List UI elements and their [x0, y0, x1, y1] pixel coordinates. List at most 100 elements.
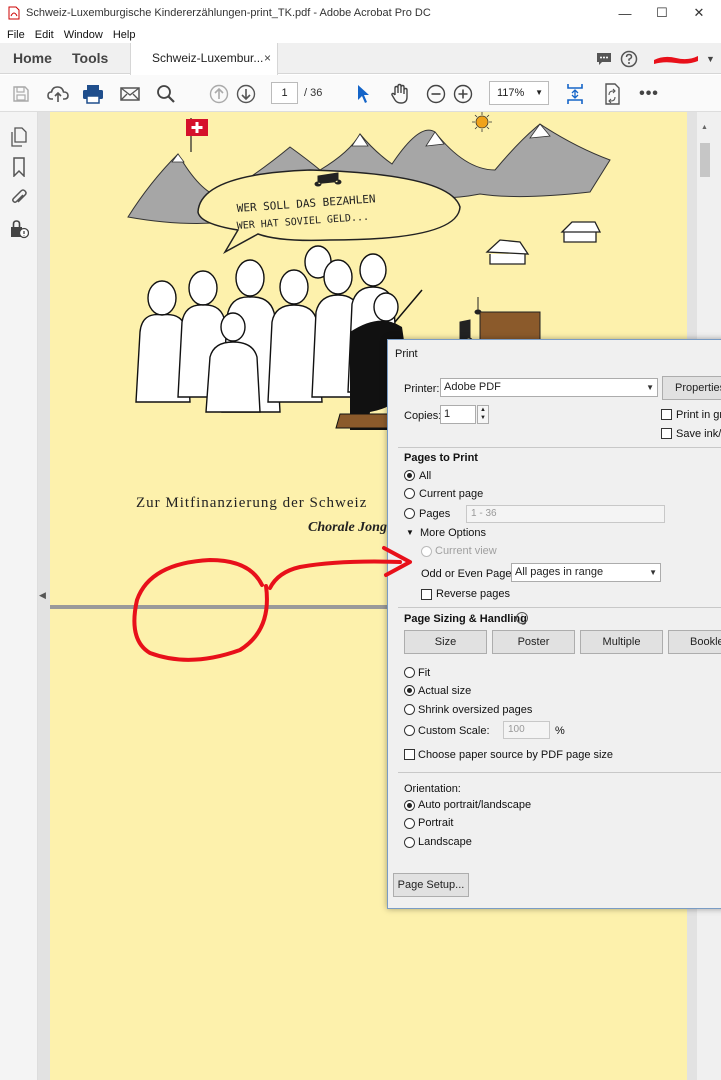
- grayscale-label: Print in gra: [676, 409, 721, 421]
- radio-shrink[interactable]: [404, 704, 415, 715]
- radio-shrink-label: Shrink oversized pages: [418, 704, 533, 716]
- orientation-label: Orientation:: [404, 783, 461, 795]
- close-tab-icon[interactable]: ×: [264, 43, 271, 74]
- grayscale-checkbox[interactable]: [661, 409, 672, 420]
- pages-range-input[interactable]: 1 - 36: [466, 505, 665, 523]
- printer-value: Adobe PDF: [444, 381, 501, 393]
- copies-stepper[interactable]: ▲ ▼: [477, 405, 489, 424]
- menu-help[interactable]: Help: [113, 29, 136, 41]
- printer-select[interactable]: Adobe PDF ▼: [440, 378, 658, 397]
- info-icon[interactable]: i: [516, 612, 528, 624]
- cover-caption: Zur Mitfinanzierung der Schweiz: [136, 495, 368, 511]
- minimize-button[interactable]: —: [608, 0, 642, 26]
- percent-label: %: [555, 725, 565, 737]
- document-tab-label: Schweiz-Luxembur...: [152, 51, 264, 65]
- next-page-icon[interactable]: [234, 82, 258, 106]
- radio-auto-orientation[interactable]: [404, 800, 415, 811]
- pages-to-print-heading: Pages to Print: [404, 452, 478, 464]
- title-bar: Schweiz-Luxemburgische Kindererzählungen…: [0, 0, 721, 26]
- zoom-out-icon[interactable]: [424, 82, 448, 106]
- radio-portrait[interactable]: [404, 818, 415, 829]
- odd-even-select[interactable]: All pages in range ▼: [511, 563, 661, 582]
- toolbar: •••: [0, 75, 721, 112]
- copies-input[interactable]: 1: [440, 405, 476, 424]
- radio-landscape[interactable]: [404, 837, 415, 848]
- search-icon[interactable]: [154, 82, 178, 106]
- odd-even-value: All pages in range: [515, 566, 604, 578]
- zoom-in-icon[interactable]: [451, 82, 475, 106]
- scrollbar-thumb[interactable]: [700, 143, 710, 177]
- radio-fit-label: Fit: [418, 667, 431, 679]
- radio-current-page-label: Current page: [419, 488, 484, 500]
- current-view-label: Current view: [435, 545, 497, 557]
- pdf-file-icon: [8, 6, 20, 20]
- odd-even-label: Odd or Even Pages:: [421, 568, 521, 580]
- acrobat-window: Schweiz-Luxemburgische Kindererzählungen…: [0, 0, 721, 1080]
- close-window-button[interactable]: ✕: [682, 0, 716, 26]
- page-sizing-heading: Page Sizing & Handling: [404, 613, 527, 625]
- tab-document[interactable]: Schweiz-Luxembur... ×: [130, 43, 278, 75]
- print-dialog-title: Print: [395, 348, 418, 360]
- printer-chevron-down-icon: ▼: [646, 383, 654, 392]
- page-setup-button[interactable]: Page Setup...: [393, 873, 469, 897]
- menu-edit[interactable]: Edit: [35, 29, 54, 41]
- print-dialog: Print Printer: Adobe PDF ▼ Properties Co…: [387, 339, 721, 909]
- radio-all[interactable]: [404, 470, 415, 481]
- save-ink-label: Save ink/to: [676, 428, 721, 440]
- odd-even-chevron-down-icon: ▼: [649, 568, 657, 577]
- menu-file[interactable]: File: [7, 29, 25, 41]
- email-icon[interactable]: [118, 82, 142, 106]
- help-icon[interactable]: [620, 43, 638, 74]
- separator: [398, 772, 721, 773]
- radio-custom-scale[interactable]: [404, 725, 415, 736]
- radio-actual-size[interactable]: [404, 685, 415, 696]
- attachment-paperclip-icon[interactable]: [8, 187, 30, 209]
- poster-button[interactable]: Poster: [492, 630, 575, 654]
- booklet-button[interactable]: Bookle: [668, 630, 721, 654]
- zoom-chevron-down-icon: ▼: [535, 88, 543, 97]
- comment-icon[interactable]: [595, 43, 613, 74]
- collapse-panel-chevron-left-icon[interactable]: ◀: [39, 590, 49, 604]
- print-icon[interactable]: [81, 82, 105, 106]
- radio-pages[interactable]: [404, 508, 415, 519]
- reverse-pages-checkbox[interactable]: [421, 589, 432, 600]
- zoom-value: 117%: [497, 87, 525, 99]
- reverse-pages-label: Reverse pages: [436, 588, 510, 600]
- zoom-select[interactable]: 117% ▼: [489, 81, 549, 105]
- fit-page-icon[interactable]: [563, 82, 587, 106]
- page-thumbnails-icon[interactable]: [8, 126, 30, 148]
- printer-label: Printer:: [404, 383, 440, 395]
- hand-tool-icon[interactable]: [388, 82, 412, 106]
- select-cursor-icon[interactable]: [351, 82, 375, 106]
- save-ink-checkbox[interactable]: [661, 428, 672, 439]
- page-number-input[interactable]: 1: [271, 82, 298, 104]
- scroll-up-arrow-icon[interactable]: ▲: [701, 124, 708, 131]
- tab-tools[interactable]: Tools: [72, 43, 108, 74]
- bookmark-icon[interactable]: [8, 156, 30, 178]
- paper-source-checkbox[interactable]: [404, 749, 415, 760]
- more-tools-icon[interactable]: •••: [637, 82, 661, 106]
- custom-scale-input[interactable]: 100: [503, 721, 550, 739]
- save-icon[interactable]: [9, 82, 33, 106]
- rotate-scan-icon[interactable]: [600, 82, 624, 106]
- radio-fit[interactable]: [404, 667, 415, 678]
- more-options-label[interactable]: More Options: [420, 527, 486, 539]
- maximize-button[interactable]: ☐: [645, 0, 679, 26]
- properties-button[interactable]: Properties: [662, 376, 721, 400]
- radio-current-view[interactable]: [421, 546, 432, 557]
- size-button[interactable]: Size: [404, 630, 487, 654]
- account-avatar-redacted[interactable]: [652, 43, 700, 74]
- security-lock-icon[interactable]: [8, 218, 30, 240]
- multiple-button[interactable]: Multiple: [580, 630, 663, 654]
- upload-cloud-icon[interactable]: [46, 82, 70, 106]
- account-chevron-down-icon[interactable]: ▼: [706, 43, 715, 74]
- menu-window[interactable]: Window: [64, 29, 103, 41]
- more-options-triangle-icon[interactable]: ▼: [406, 528, 414, 537]
- radio-current-page[interactable]: [404, 488, 415, 499]
- radio-landscape-label: Landscape: [418, 836, 472, 848]
- radio-custom-scale-label: Custom Scale:: [418, 725, 490, 737]
- previous-page-icon[interactable]: [207, 82, 231, 106]
- separator: [398, 607, 721, 608]
- tab-home[interactable]: Home: [13, 43, 52, 74]
- left-navigation-panel: [0, 112, 38, 1080]
